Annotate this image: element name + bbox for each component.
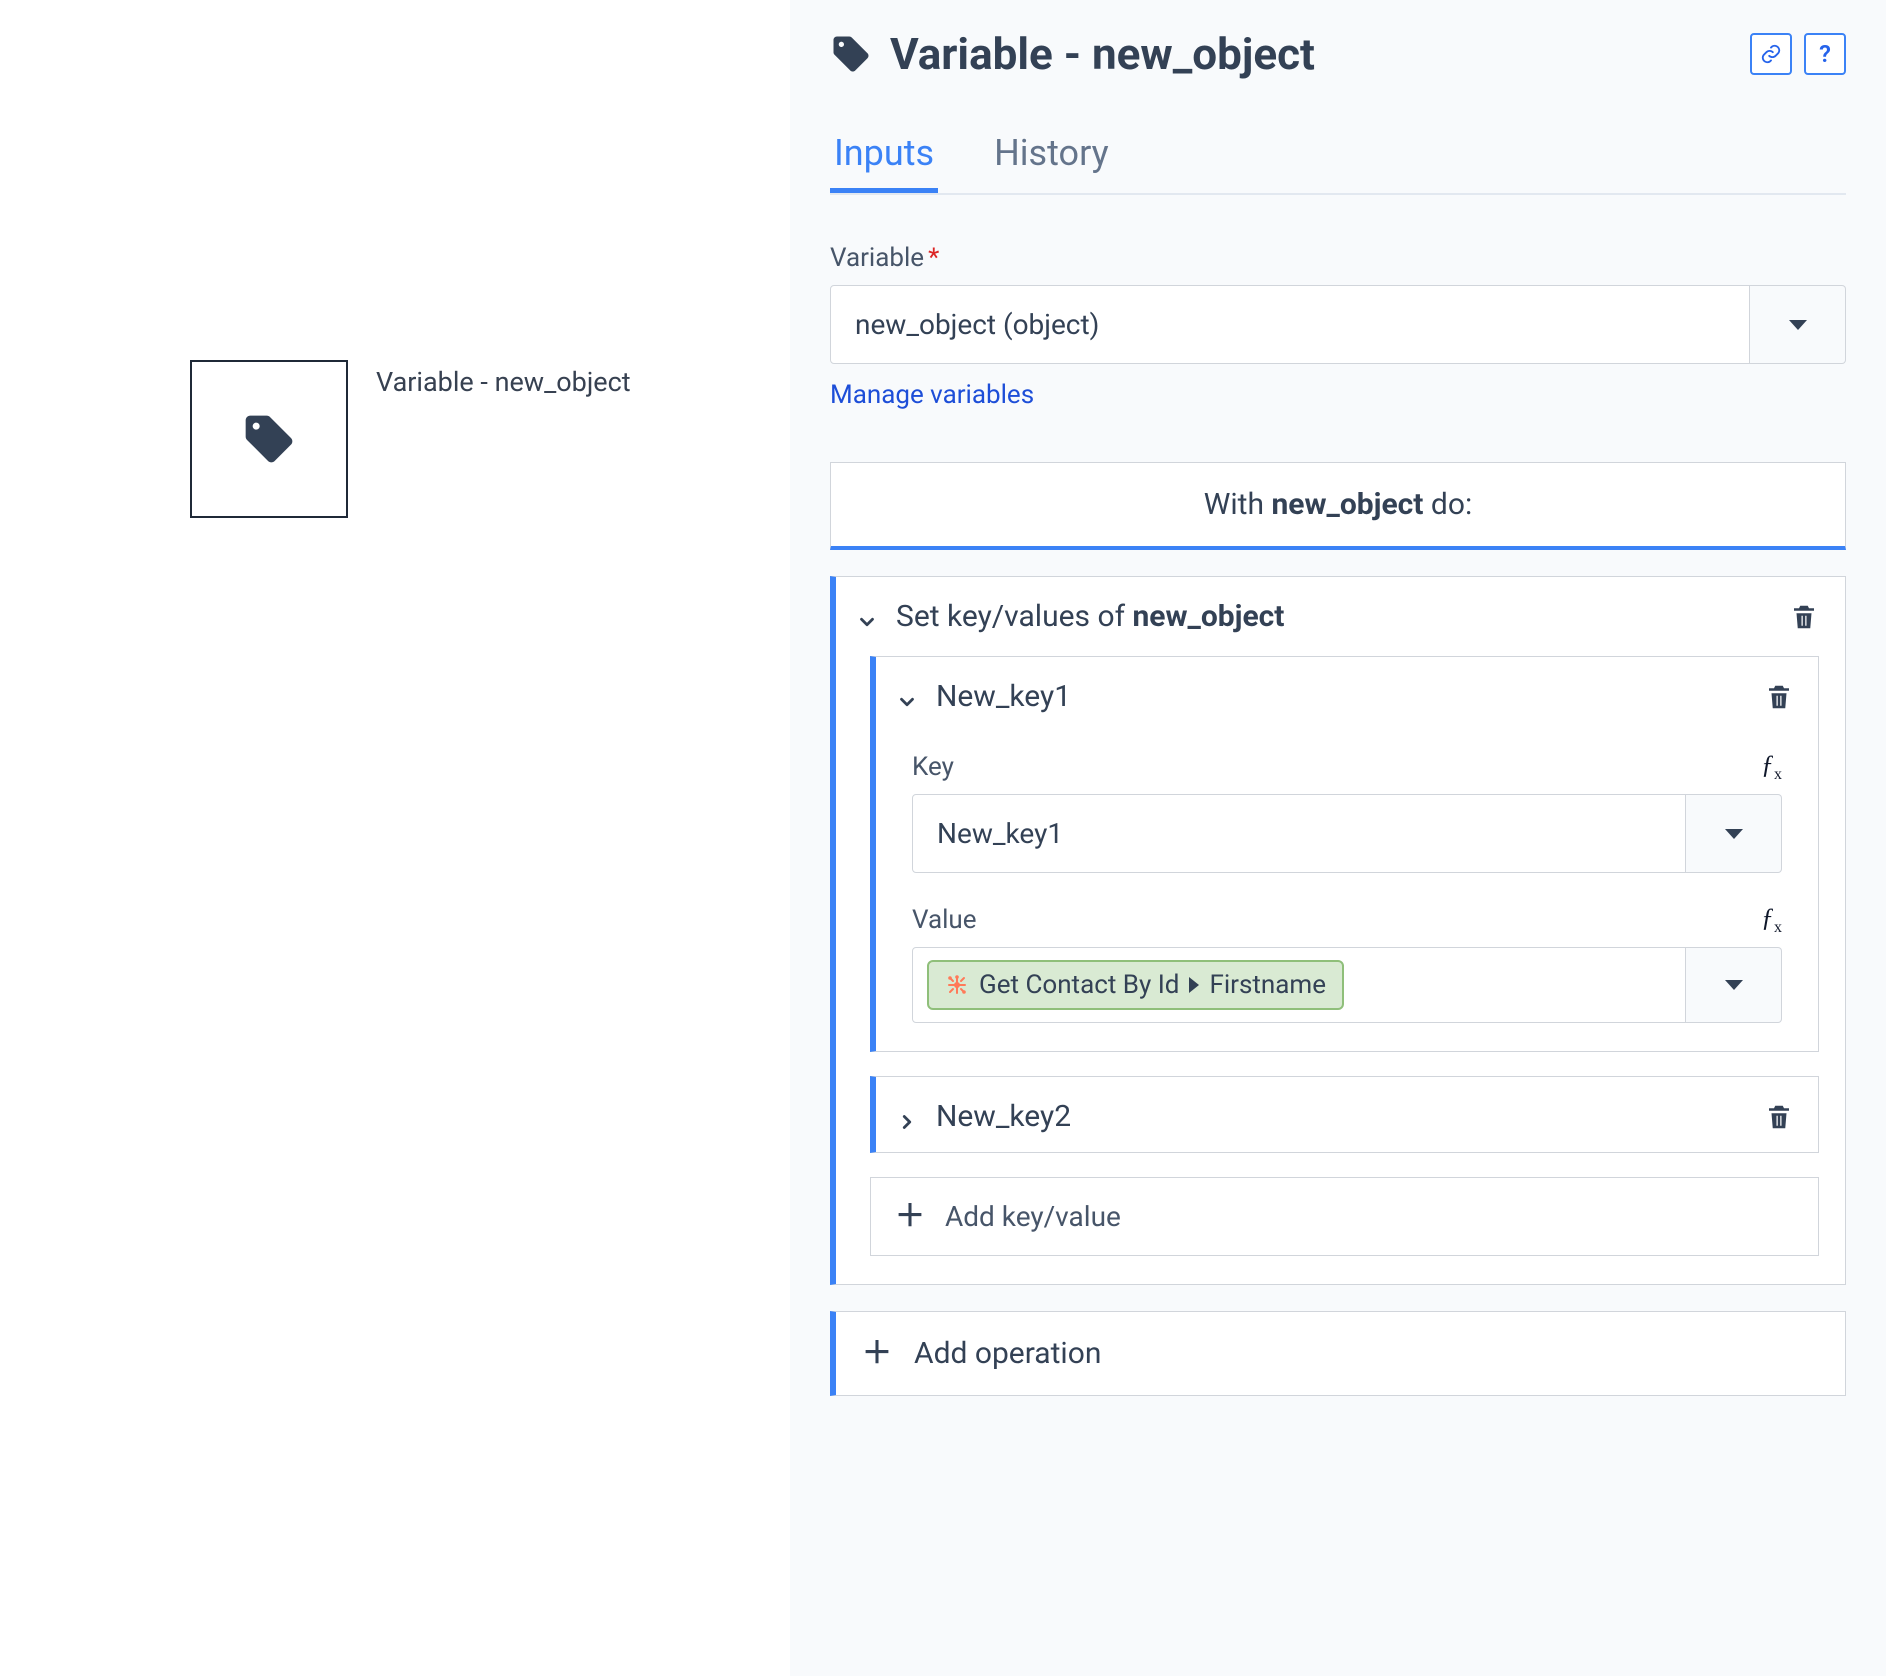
keyvalue-block-2: New_key2 [870, 1076, 1819, 1153]
with-banner: With new_object do: [830, 462, 1846, 550]
tag-icon [830, 33, 872, 75]
key-formula-button[interactable]: ƒx [1761, 750, 1782, 784]
value-input[interactable]: Get Contact By Id Firstname [912, 947, 1686, 1023]
tab-history[interactable]: History [990, 120, 1113, 193]
with-suffix: do: [1423, 487, 1472, 522]
keyvalue-header-1[interactable]: New_key1 [876, 657, 1818, 732]
key-label: Key [912, 752, 954, 782]
operation-body: New_key1 Key ƒx New_key1 Value [870, 656, 1819, 1256]
help-button[interactable]: ? [1804, 33, 1846, 75]
variable-label: Variable* [830, 243, 1846, 273]
keyvalue-block-1: New_key1 Key ƒx New_key1 Value [870, 656, 1819, 1052]
variable-select[interactable]: new_object (object) [830, 285, 1846, 364]
value-chip-field: Firstname [1209, 970, 1326, 1000]
value-input-caret[interactable] [1686, 947, 1782, 1023]
variable-node[interactable]: Variable - new_object [190, 360, 631, 518]
variable-section: Variable* new_object (object) Manage var… [830, 243, 1846, 410]
keyvalue-body-1: Key ƒx New_key1 Value ƒx [876, 750, 1818, 1051]
delete-keyvalue-2-button[interactable] [1764, 1101, 1794, 1133]
operation-set-keyvalues: Set key/values of new_object New_key1 Ke… [830, 576, 1846, 1285]
value-input-row: Get Contact By Id Firstname [912, 947, 1782, 1023]
keyvalue-header-2[interactable]: New_key2 [876, 1077, 1818, 1152]
add-keyvalue-label: Add key/value [945, 1200, 1121, 1233]
caret-down-icon [1725, 829, 1743, 839]
delete-keyvalue-1-button[interactable] [1764, 681, 1794, 713]
tab-inputs[interactable]: Inputs [830, 120, 938, 193]
add-keyvalue-button[interactable]: ＋ Add key/value [870, 1177, 1819, 1256]
key-input[interactable]: New_key1 [912, 794, 1686, 873]
variable-select-value[interactable]: new_object (object) [830, 285, 1750, 364]
delete-operation-button[interactable] [1789, 601, 1819, 633]
panel-header: Variable - new_object ? [830, 28, 1846, 80]
panel-title: Variable - new_object [830, 28, 1315, 80]
key-input-caret[interactable] [1686, 794, 1782, 873]
tag-icon [241, 411, 297, 467]
keyvalue-name-2: New_key2 [936, 1099, 1071, 1134]
with-prefix: With [1204, 487, 1272, 522]
value-formula-button[interactable]: ƒx [1761, 903, 1782, 937]
chip-separator-icon [1189, 977, 1199, 993]
link-icon [1760, 43, 1782, 65]
operation-header[interactable]: Set key/values of new_object [836, 577, 1845, 656]
with-variable-name: new_object [1271, 487, 1423, 522]
plus-icon: ＋ [895, 1202, 925, 1232]
header-buttons: ? [1750, 33, 1846, 75]
chevron-down-icon [856, 606, 878, 628]
config-panel: Variable - new_object ? Inputs History V… [790, 0, 1886, 1676]
operation-title: Set key/values of new_object [896, 599, 1284, 634]
link-button[interactable] [1750, 33, 1792, 75]
chevron-right-icon [896, 1106, 918, 1128]
value-chip[interactable]: Get Contact By Id Firstname [927, 960, 1344, 1010]
manage-variables-link[interactable]: Manage variables [830, 380, 1034, 410]
key-input-row: New_key1 [912, 794, 1782, 873]
panel-title-text: Variable - new_object [890, 28, 1315, 80]
variable-select-caret[interactable] [1750, 285, 1846, 364]
keyvalue-name-1: New_key1 [936, 679, 1071, 714]
hubspot-icon [945, 973, 969, 997]
value-label: Value [912, 905, 977, 935]
plus-icon: ＋ [862, 1339, 892, 1369]
chevron-down-icon [896, 686, 918, 708]
variable-node-label: Variable - new_object [376, 366, 631, 398]
caret-down-icon [1789, 320, 1807, 330]
variable-node-icon-box [190, 360, 348, 518]
caret-down-icon [1725, 980, 1743, 990]
add-operation-label: Add operation [914, 1336, 1101, 1371]
value-chip-source: Get Contact By Id [979, 970, 1179, 1000]
add-operation-button[interactable]: ＋ Add operation [830, 1311, 1846, 1396]
workflow-canvas: Variable - new_object [0, 0, 790, 1676]
tabs: Inputs History [830, 120, 1846, 195]
